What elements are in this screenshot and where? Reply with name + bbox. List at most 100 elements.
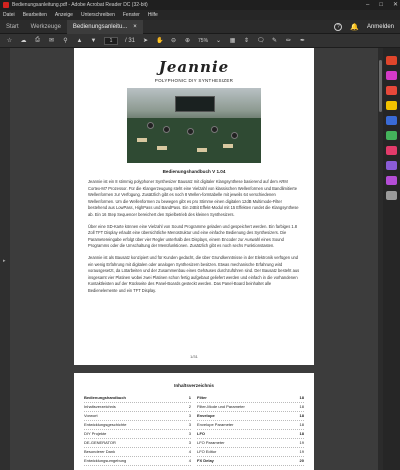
notification-icon[interactable]: 🔔 (350, 23, 359, 31)
star-icon[interactable]: ☆ (6, 37, 13, 44)
toc-entry[interactable]: Envelope 18 (197, 412, 304, 421)
toc-entry-label: DIY Projekte (84, 431, 107, 436)
page-total: / 31 (125, 37, 136, 44)
toc-entry-label: Inhaltsverzeichnis (84, 404, 116, 409)
help-icon[interactable]: ? (334, 23, 343, 31)
create-pdf-icon[interactable] (386, 86, 397, 95)
menu-edit[interactable]: Bearbeiten (23, 10, 47, 20)
toc-entry-label: Entwicklungsgeschichte (84, 422, 127, 427)
comment-tool-icon[interactable]: 🗨 (257, 37, 265, 44)
menu-file[interactable]: Datei (3, 10, 15, 20)
scroll-mode-icon[interactable]: ⇕ (243, 37, 250, 44)
toc-entry-page: 2 (188, 404, 191, 409)
acrobat-window: Bedienungsanleitung.pdf - Adobe Acrobat … (0, 0, 400, 470)
export-pdf-icon[interactable] (386, 56, 397, 65)
doc-subtitle: POLYPHONIC DIY SYNTHESIZER (154, 78, 234, 83)
zoom-in-icon[interactable]: ⊕ (184, 37, 191, 44)
fit-page-icon[interactable]: ▦ (229, 37, 236, 44)
draw-icon[interactable]: ✏ (285, 37, 292, 44)
document-viewer[interactable]: Jeannie POLYPHONIC DIY SYNTHESIZER Bedie… (10, 48, 378, 470)
toc-entry-page: 18 (299, 422, 304, 427)
menu-sign[interactable]: Unterschreiben (81, 10, 115, 20)
expand-panel-icon[interactable]: ▸ (3, 258, 6, 264)
tools-rail (383, 48, 400, 470)
minimize-icon[interactable]: – (366, 0, 369, 10)
print-icon[interactable]: ⎙ (34, 37, 41, 44)
toc-title: Inhaltsverzeichnis (174, 383, 214, 388)
page-number-input[interactable]: 1 (104, 36, 118, 45)
window-title: Bedienungsanleitung.pdf - Adobe Acrobat … (12, 2, 148, 8)
tab-tools[interactable]: Werkzeuge (25, 24, 67, 30)
fill-sign-icon[interactable] (386, 176, 397, 185)
toc-entry-page: 19 (299, 440, 304, 445)
zoom-out-icon[interactable]: ⊖ (170, 37, 177, 44)
toc-entry[interactable]: Filter-Mode und Parameter 18 (197, 403, 304, 412)
toc-entry-page: 18 (299, 413, 304, 418)
combine-files-icon[interactable] (386, 116, 397, 125)
tab-close-icon[interactable]: × (133, 20, 137, 34)
toc-entry[interactable]: DIY Projekte 3 (84, 430, 191, 439)
tab-bar: Start Werkzeuge Bedienungsanleitu... × ?… (0, 19, 400, 34)
search-icon[interactable]: ⚲ (62, 37, 69, 44)
toc-entry-label: LFO Parameter (197, 440, 225, 445)
scrollbar-thumb[interactable] (379, 60, 382, 112)
toc-entry-label: Envelope Parameter (197, 422, 234, 427)
toc-entry[interactable]: FX Delay 20 (197, 457, 304, 466)
toc-entry[interactable]: Entwicklungsgeschichte 3 (84, 421, 191, 430)
toc-entry-label: Filter-Mode und Parameter (197, 404, 245, 409)
redact-icon[interactable] (386, 146, 397, 155)
highlight-icon[interactable]: ✎ (271, 37, 278, 44)
doc-title: Jeannie (158, 58, 230, 76)
tab-document[interactable]: Bedienungsanleitu... × (66, 19, 143, 34)
organize-pages-icon[interactable] (386, 131, 397, 140)
pdf-page-1: Jeannie POLYPHONIC DIY SYNTHESIZER Bedie… (74, 48, 314, 365)
toc-entry-label: Vorwort (84, 413, 98, 418)
tool-bar: ☆ ☁ ⎙ ✉ ⚲ ▲ ▼ 1 / 31 ➤ ✋ ⊖ ⊕ 75% ⌄ ▦ ⇕ 🗨… (0, 34, 400, 48)
tab-home[interactable]: Start (0, 24, 25, 30)
signin-button[interactable]: Anmelden (367, 24, 394, 30)
menu-window[interactable]: Fenster (123, 10, 140, 20)
select-cursor-icon[interactable]: ➤ (142, 37, 149, 44)
toc-entry[interactable]: Besonderer Dank 4 (84, 448, 191, 457)
toc-entry[interactable]: LFO Editor 19 (197, 448, 304, 457)
toc-entry[interactable]: Filter 18 (197, 394, 304, 403)
toc-entry-label: LFO (197, 431, 205, 436)
acrobat-logo-icon (3, 2, 9, 8)
mail-icon[interactable]: ✉ (48, 37, 55, 44)
toc-entry[interactable]: Vorwort 3 (84, 412, 191, 421)
menu-view[interactable]: Anzeige (55, 10, 73, 20)
synth-photo (127, 88, 261, 163)
toc-entry-label: Filter (197, 395, 207, 400)
page-down-icon[interactable]: ▼ (90, 38, 97, 44)
comment-icon[interactable] (386, 101, 397, 110)
toc-entry[interactable]: Bedienungshandbuch 1 (84, 394, 191, 403)
maximize-icon[interactable]: □ (379, 0, 383, 10)
toc-entry[interactable]: Inhaltsverzeichnis 2 (84, 403, 191, 412)
toc-entry-page: 1 (188, 395, 191, 400)
close-icon[interactable]: ✕ (393, 0, 398, 10)
toc-entry[interactable]: LFO Parameter 19 (197, 439, 304, 448)
edit-pdf-icon[interactable] (386, 71, 397, 80)
paragraph: Jeannie ist ein 8 stimmig polyphoner Syn… (88, 179, 299, 217)
toc-entry[interactable]: Envelope Parameter 18 (197, 421, 304, 430)
left-nav-panel[interactable]: ▸ (0, 48, 10, 470)
toc-entry[interactable]: LFO 18 (197, 430, 304, 439)
page-up-icon[interactable]: ▲ (76, 38, 83, 44)
upload-cloud-icon[interactable]: ☁ (20, 37, 27, 44)
hand-tool-icon[interactable]: ✋ (156, 37, 163, 44)
zoom-select[interactable]: 75% (198, 38, 208, 44)
toc-entry[interactable]: Entwicklungsumgebung 4 (84, 457, 191, 466)
toc-entry-page: 4 (188, 449, 191, 454)
toc-entry[interactable]: DE-GENERATOR 3 (84, 439, 191, 448)
toc-entry-page: 18 (299, 431, 304, 436)
doc-body: Jeannie ist ein 8 stimmig polyphoner Syn… (74, 179, 314, 295)
chevron-down-icon[interactable]: ⌄ (215, 37, 222, 44)
protect-icon[interactable] (386, 161, 397, 170)
toc-entry-page: 3 (188, 431, 191, 436)
toc-entry-label: Besonderer Dank (84, 449, 116, 454)
pdf-page-2: Inhaltsverzeichnis Bedienungshandbuch 1 In… (74, 373, 314, 470)
more-tools-icon[interactable] (386, 191, 397, 200)
toc-entry-page: 4 (188, 458, 191, 463)
menu-help[interactable]: Hilfe (148, 10, 158, 20)
fill-sign-tool-icon[interactable]: ✒ (299, 37, 306, 44)
